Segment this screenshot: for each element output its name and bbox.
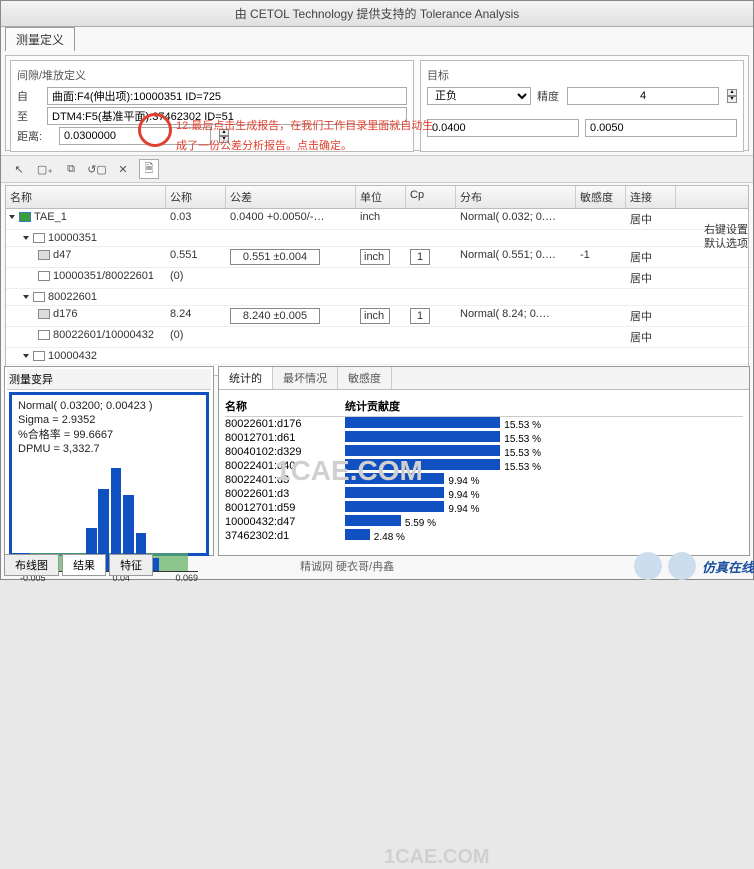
precision-label: 精度 xyxy=(537,88,561,104)
contrib-col-value: 统计贡献度 xyxy=(345,398,743,414)
window-title: 由 CETOL Technology 提供支持的 Tolerance Analy… xyxy=(1,1,753,27)
tab-measurement-def[interactable]: 测量定义 xyxy=(5,27,75,51)
distance-spinner[interactable]: ▴▾ xyxy=(219,129,229,143)
footer-tab-layout[interactable]: 布线图 xyxy=(4,554,59,576)
contrib-row: 37462302:d12.48 % xyxy=(225,529,743,543)
contrib-col-name: 名称 xyxy=(225,398,345,414)
col-connect: 连接 xyxy=(626,186,676,208)
distance-input[interactable] xyxy=(59,127,211,145)
link-icon[interactable]: ⧉ xyxy=(61,159,81,179)
from-input[interactable] xyxy=(47,87,407,105)
col-distribution: 分布 xyxy=(456,186,576,208)
target-val1-input[interactable] xyxy=(427,119,579,137)
stat-yield: %合格率 = 99.6667 xyxy=(18,428,200,442)
to-input[interactable] xyxy=(47,107,407,125)
col-unit: 单位 xyxy=(356,186,406,208)
precision-spinner[interactable]: ▴▾ xyxy=(727,89,737,103)
table-row[interactable]: 10000432 xyxy=(6,348,748,365)
to-label: 至 xyxy=(17,108,41,124)
table-row[interactable]: 80022601/10000432(0)居中 xyxy=(6,327,748,348)
revert-icon[interactable]: ↺▢ xyxy=(87,159,107,179)
contrib-row: 80012701:d6115.53 % xyxy=(225,431,743,445)
table-row[interactable]: 10000351/80022601(0)居中 xyxy=(6,268,748,289)
contrib-row: 10000432:d475.59 % xyxy=(225,515,743,529)
table-row[interactable]: TAE_10.030.0400 +0.0050/-…inchNormal( 0.… xyxy=(6,209,748,230)
distance-label: 距离: xyxy=(17,128,53,144)
table-body[interactable]: TAE_10.030.0400 +0.0050/-…inchNormal( 0.… xyxy=(5,209,749,376)
target-title: 目标 xyxy=(427,65,737,85)
target-val2-input[interactable] xyxy=(585,119,737,137)
footer-tab-result[interactable]: 结果 xyxy=(62,554,106,576)
col-nominal: 公称 xyxy=(166,186,226,208)
table-row[interactable]: d1768.248.240 ±0.005inch1Normal( 8.24; 0… xyxy=(6,306,748,327)
table-row[interactable]: 80022601 xyxy=(6,289,748,306)
pointer-icon[interactable]: ↖ xyxy=(9,159,29,179)
badges: 仿真在线 xyxy=(634,552,754,580)
contrib-row: 80022601:d17615.53 % xyxy=(225,417,743,431)
from-label: 自 xyxy=(17,88,41,104)
subtab-sensitivity[interactable]: 敏感度 xyxy=(338,367,392,389)
target-panel: 目标 正负 精度 ▴▾ xyxy=(420,60,744,152)
footer-credit: 精诚网 硬衣哥/冉鑫 xyxy=(300,558,394,574)
variance-panel: 测量变异 Normal( 0.03200; 0.00423 ) Sigma = … xyxy=(4,366,214,556)
side-note: 右键设置默认选项 xyxy=(704,223,748,252)
stat-normal: Normal( 0.03200; 0.00423 ) xyxy=(18,399,200,413)
target-type-select[interactable]: 正负 xyxy=(427,87,531,105)
gap-definition-panel: 间隙/堆放定义 自 至 距离: ▴▾ xyxy=(10,60,414,152)
stat-sigma: Sigma = 2.9352 xyxy=(18,413,200,427)
subtab-statistical[interactable]: 统计的 xyxy=(219,367,273,389)
report-icon[interactable]: 🗎 xyxy=(139,159,159,179)
table-header: 名称 公称 公差 单位 Cp 分布 敏感度 连接 xyxy=(5,185,749,209)
toolbar: ↖ ▢₊ ⧉ ↺▢ ✕ 🗎 xyxy=(1,155,753,183)
contrib-row: 80012701:d599.94 % xyxy=(225,501,743,515)
stat-dpmu: DPMU = 3,332.7 xyxy=(18,442,200,456)
contrib-row: 80022401:d4015.53 % xyxy=(225,459,743,473)
contrib-row: 80040102:d32915.53 % xyxy=(225,445,743,459)
contrib-row: 80022601:d39.94 % xyxy=(225,487,743,501)
col-name: 名称 xyxy=(6,186,166,208)
footer-tab-feature[interactable]: 特征 xyxy=(109,554,153,576)
delete-icon[interactable]: ✕ xyxy=(113,159,133,179)
col-cp: Cp xyxy=(406,186,456,208)
subtab-worstcase[interactable]: 最坏情况 xyxy=(273,367,338,389)
variance-title: 测量变异 xyxy=(7,369,211,390)
table-row[interactable]: d470.5510.551 ±0.004inch1Normal( 0.551; … xyxy=(6,247,748,268)
precision-input[interactable] xyxy=(567,87,719,105)
badge-text: 仿真在线 xyxy=(702,557,754,576)
contribution-panel: 统计的 最坏情况 敏感度 名称 统计贡献度 80022601:d17615.53… xyxy=(218,366,750,556)
contrib-row: 80022401:d39.94 % xyxy=(225,473,743,487)
gap-title: 间隙/堆放定义 xyxy=(17,65,407,85)
watermark2: 1CAE.COM xyxy=(384,846,490,869)
add-box-icon[interactable]: ▢₊ xyxy=(35,159,55,179)
col-tolerance: 公差 xyxy=(226,186,356,208)
col-sensitivity: 敏感度 xyxy=(576,186,626,208)
table-row[interactable]: 10000351 xyxy=(6,230,748,247)
